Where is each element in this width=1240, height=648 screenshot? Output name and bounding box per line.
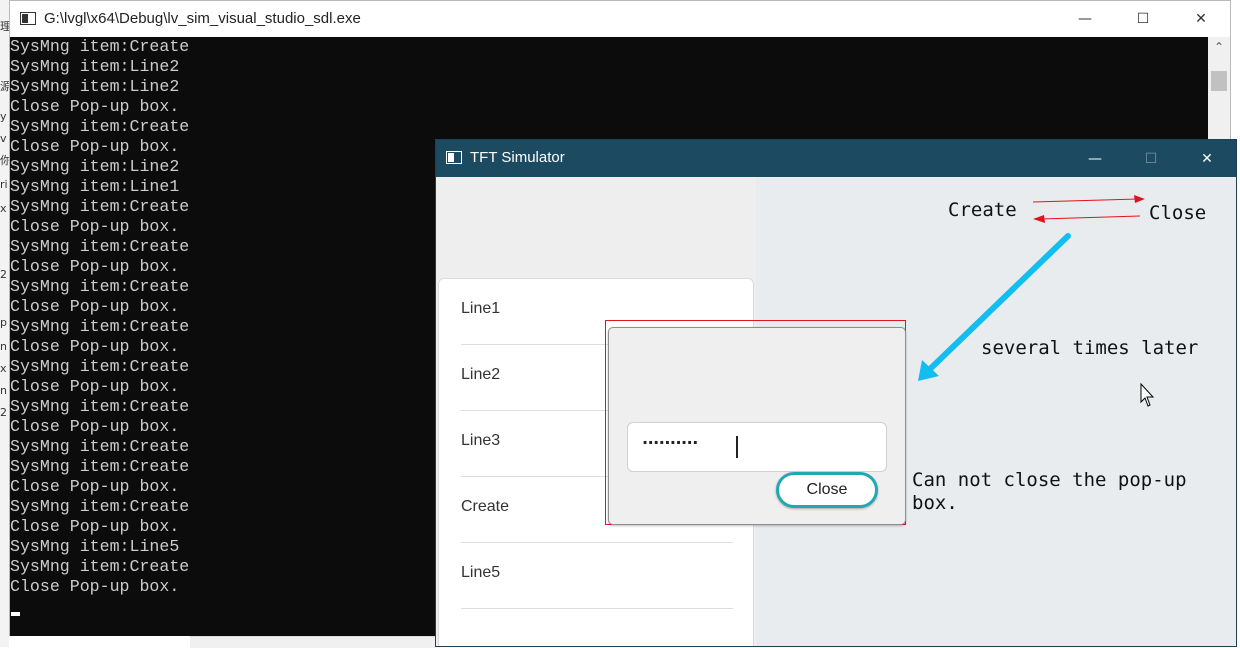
annotation-create: Create	[948, 199, 1017, 221]
annotation-cannot-close: Can not close the pop-up box.	[912, 469, 1187, 514]
tft-title: TFT Simulator	[470, 149, 565, 166]
tft-titlebar[interactable]: TFT Simulator — ☐ ✕	[436, 140, 1236, 177]
scroll-up-icon[interactable]: ⌃	[1208, 37, 1230, 57]
list-item-label: Line1	[461, 300, 501, 317]
ide-glyph: ri	[0, 178, 8, 191]
console-titlebar[interactable]: G:\lvgl\x64\Debug\lv_sim_visual_studio_s…	[10, 1, 1230, 37]
tft-app-icon	[446, 151, 462, 164]
ide-glyph: n	[0, 384, 7, 397]
ide-glyph: 2	[0, 268, 7, 281]
console-line: SysMng item:Create	[10, 37, 190, 56]
popup-close-button[interactable]: Close	[776, 472, 878, 508]
list-item-label: Line2	[461, 366, 501, 383]
password-mask: ··········	[642, 433, 698, 452]
tft-screen: Line1 Line2 Line3 Create Line5 ·········…	[436, 177, 1236, 646]
tft-minimize-button[interactable]: —	[1067, 140, 1123, 177]
ide-glyph: x	[0, 202, 7, 215]
background-ide-editor	[190, 636, 440, 648]
tft-maximize-button: ☐	[1144, 150, 1158, 167]
background-ide-strip: 理 源 y v 你 ri x 2 p n x n 2	[0, 0, 11, 647]
ide-glyph: n	[0, 340, 7, 353]
console-title: G:\lvgl\x64\Debug\lv_sim_visual_studio_s…	[44, 10, 361, 27]
console-minimize-button[interactable]: —	[1056, 1, 1114, 37]
ide-glyph: 2	[0, 406, 7, 419]
ide-glyph: x	[0, 362, 7, 375]
console-line: SysMng item:Line2	[10, 77, 180, 96]
list-item-line5[interactable]: Line5	[461, 543, 733, 609]
popup-dialog: ·········· Close	[608, 327, 906, 525]
text-cursor	[736, 436, 738, 458]
console-line: Close Pop-up box.	[10, 97, 180, 116]
annotation-several-times: several times later	[981, 337, 1199, 359]
annotation-close: Close	[1149, 202, 1207, 224]
ide-glyph: y	[0, 110, 7, 123]
console-close-button[interactable]: ✕	[1172, 1, 1230, 37]
console-cursor	[11, 612, 20, 616]
tft-simulator-window: TFT Simulator — ☐ ✕ Line1 Line2 Line3 Cr…	[435, 139, 1237, 647]
console-line: SysMng item:Create	[10, 117, 190, 136]
console-line: SysMng item:Line2	[10, 57, 180, 76]
tft-close-button[interactable]: ✕	[1179, 140, 1235, 177]
scroll-thumb[interactable]	[1211, 71, 1227, 91]
password-input[interactable]: ··········	[627, 422, 887, 472]
console-maximize-button[interactable]: ☐	[1114, 1, 1172, 37]
ide-glyph: p	[0, 316, 7, 329]
console-app-icon	[20, 12, 36, 25]
ide-glyph: v	[0, 132, 7, 145]
list-item-label: Line5	[461, 564, 501, 581]
list-item-label: Create	[461, 498, 510, 515]
list-item-label: Line3	[461, 432, 501, 449]
